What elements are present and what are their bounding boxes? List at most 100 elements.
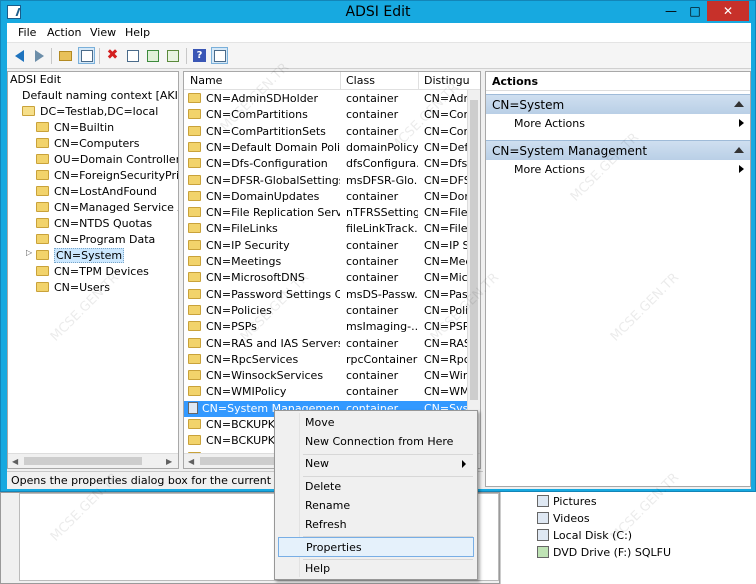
up-one-level-button[interactable] <box>57 47 74 64</box>
explorer-item-local-disk[interactable]: Local Disk (C:) <box>537 527 632 544</box>
scroll-left-icon[interactable]: ◀ <box>188 457 194 466</box>
table-row[interactable]: CN=Dfs-Configuration dfsConfigura... CN=Df… <box>184 156 470 172</box>
tree-item[interactable]: CN=Users <box>36 280 110 296</box>
cell-class: rpcContainer <box>346 352 418 366</box>
scroll-right-icon[interactable]: ▶ <box>166 457 172 466</box>
table-row[interactable]: CN=Password Settings Con... msDS-Passw...… <box>184 287 470 303</box>
tree-item[interactable]: CN=Computers <box>36 136 140 152</box>
help-button[interactable]: ? <box>191 47 208 64</box>
table-row[interactable]: CN=DFSR-GlobalSettings msDFSR-Glo... CN=DF… <box>184 173 470 189</box>
maximize-button[interactable]: □ <box>683 1 707 21</box>
cell-distinguished-name: CN=Com <box>424 124 468 138</box>
table-row[interactable]: CN=PSPs msImaging-... CN=PSPs <box>184 319 470 335</box>
tree-pane[interactable]: ADSI Edit Default naming context [AKIF-S… <box>7 71 179 469</box>
show-hide-tree-button[interactable] <box>78 47 95 64</box>
tree-item[interactable]: CN=Program Data <box>36 232 155 248</box>
table-row[interactable]: CN=RpcServices rpcContainer CN=RpcS <box>184 352 470 368</box>
menu-item-delete[interactable]: Delete <box>278 477 474 497</box>
refresh-button[interactable] <box>144 47 161 64</box>
drive-icon <box>537 529 549 541</box>
table-row[interactable]: CN=IP Security container CN=IP Se <box>184 238 470 254</box>
collapse-icon[interactable] <box>734 147 744 153</box>
more-actions-system[interactable]: More Actions <box>514 115 585 132</box>
menu-item-refresh[interactable]: Refresh <box>278 515 474 535</box>
cell-distinguished-name: CN=DFSR <box>424 173 468 187</box>
table-row[interactable]: CN=ComPartitions container CN=Com <box>184 107 470 123</box>
cell-class: container <box>346 369 399 383</box>
list-vertical-scrollbar[interactable] <box>467 90 480 455</box>
cell-distinguished-name: CN=WMI <box>424 385 468 399</box>
cell-name: CN=RpcServices <box>206 352 299 366</box>
minimize-button[interactable]: — <box>659 1 683 21</box>
delete-button[interactable]: ✖ <box>104 47 121 64</box>
tree-horizontal-scrollbar[interactable]: ◀ ▶ <box>8 453 178 468</box>
menu-item-help[interactable]: Help <box>278 559 474 579</box>
scroll-left-icon[interactable]: ◀ <box>12 457 18 466</box>
table-row[interactable]: CN=WinsockServices container CN=Wins <box>184 368 470 384</box>
more-actions-system-management[interactable]: More Actions <box>514 161 585 178</box>
folder-up-icon <box>59 51 72 61</box>
tree-item[interactable]: OU=Domain Controllers <box>36 152 178 168</box>
column-name[interactable]: Name <box>190 74 340 87</box>
show-hide-action-pane-button[interactable] <box>211 47 228 64</box>
folder-icon <box>188 207 201 218</box>
menu-item-properties[interactable]: Properties <box>278 537 474 557</box>
table-row[interactable]: CN=RAS and IAS Servers Ac... container CN=… <box>184 336 470 352</box>
cell-name: CN=Dfs-Configuration <box>206 157 328 171</box>
cell-name: CN=FileLinks <box>206 222 278 236</box>
actions-section-system[interactable]: CN=System <box>486 94 750 114</box>
cell-class: container <box>346 385 399 399</box>
back-button[interactable] <box>11 47 28 64</box>
table-row[interactable]: CN=FileLinks fileLinkTrack... CN=FileL <box>184 221 470 237</box>
forward-button[interactable] <box>30 47 47 64</box>
tree-naming-context[interactable]: Default naming context [AKIF-SCC <box>22 88 178 104</box>
column-distinguished-name[interactable]: Distinguis <box>424 74 470 87</box>
table-row[interactable]: CN=DomainUpdates container CN=Dom <box>184 189 470 205</box>
explorer-item-pictures[interactable]: Pictures <box>537 493 597 510</box>
actions-section-system-management[interactable]: CN=System Management <box>486 140 750 160</box>
menu-view[interactable]: View <box>90 26 116 39</box>
menu-file[interactable]: File <box>18 26 36 39</box>
column-class[interactable]: Class <box>346 74 416 87</box>
folder-icon <box>188 158 201 169</box>
menu-help[interactable]: Help <box>125 26 150 39</box>
tree-item[interactable]: CN=TPM Devices <box>36 264 149 280</box>
tree-item[interactable]: CN=Managed Service Acco <box>36 200 178 216</box>
collapse-icon[interactable] <box>734 101 744 107</box>
cell-class: container <box>346 238 399 252</box>
menu-item-new-connection[interactable]: New Connection from Here <box>278 432 474 452</box>
tree-item[interactable]: CN=Builtin <box>36 120 114 136</box>
cell-name: CN=Default Domain Policy <box>206 140 340 154</box>
table-row[interactable]: CN=Meetings container CN=Meet <box>184 254 470 270</box>
tree-item-system[interactable]: CN=System <box>36 248 125 264</box>
table-row[interactable]: CN=Default Domain Policy domainPolicy CN=D… <box>184 140 470 156</box>
scroll-thumb[interactable] <box>24 457 142 465</box>
scroll-thumb[interactable] <box>470 100 478 400</box>
properties-button[interactable] <box>124 47 141 64</box>
export-list-button[interactable] <box>164 47 181 64</box>
explorer-item-dvd-drive[interactable]: DVD Drive (F:) SQLFU <box>537 544 671 561</box>
cell-name: CN=Meetings <box>206 255 282 268</box>
tree-item[interactable]: CN=ForeignSecurityPrincip <box>36 168 178 184</box>
table-row[interactable]: CN=File Replication Service nTFRSSettings… <box>184 205 470 221</box>
tree-domain[interactable]: DC=Testlab,DC=local <box>22 104 158 120</box>
menu-action[interactable]: Action <box>47 26 81 39</box>
expand-arrow-icon[interactable]: ▷ <box>26 248 32 257</box>
title-bar[interactable]: ADSI Edit — □ ✕ <box>1 1 755 23</box>
table-row[interactable]: CN=MicrosoftDNS container CN=Micr <box>184 270 470 286</box>
tree-root-adsi-edit[interactable]: ADSI Edit <box>10 72 61 88</box>
cell-distinguished-name: CN=Dom <box>424 189 468 203</box>
tree-item[interactable]: CN=LostAndFound <box>36 184 157 200</box>
table-row[interactable]: CN=ComPartitionSets container CN=Com <box>184 124 470 140</box>
table-row[interactable]: CN=Policies container CN=Polic <box>184 303 470 319</box>
folder-icon <box>188 419 201 429</box>
explorer-item-videos[interactable]: Videos <box>537 510 590 527</box>
close-button[interactable]: ✕ <box>707 1 749 21</box>
table-row[interactable]: CN=WMIPolicy container CN=WMI <box>184 384 470 400</box>
folder-icon <box>36 266 49 276</box>
table-row[interactable]: CN=AdminSDHolder container CN=Admi <box>184 91 470 107</box>
menu-item-move[interactable]: Move <box>278 413 474 433</box>
menu-item-new[interactable]: New <box>278 454 474 474</box>
menu-item-rename[interactable]: Rename <box>278 496 474 516</box>
tree-item[interactable]: CN=NTDS Quotas <box>36 216 152 232</box>
